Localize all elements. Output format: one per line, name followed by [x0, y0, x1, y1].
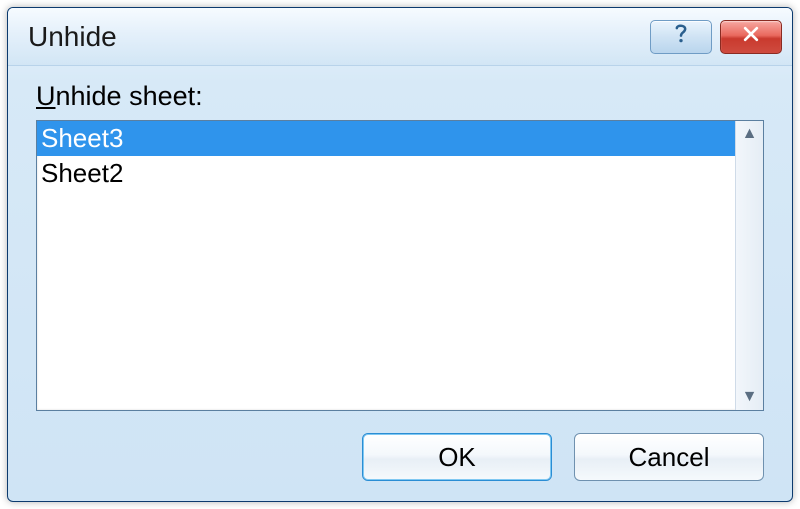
titlebar: Unhide	[8, 8, 792, 66]
list-label-rest: nhide sheet:	[56, 81, 203, 111]
close-button[interactable]	[720, 20, 782, 54]
dialog-body: Unhide sheet: Sheet3Sheet2 ▲ ▼ OK Cancel	[8, 66, 792, 501]
scroll-down-icon[interactable]: ▼	[742, 388, 758, 406]
cancel-button[interactable]: Cancel	[574, 433, 764, 481]
list-item[interactable]: Sheet3	[37, 121, 735, 156]
scroll-up-icon[interactable]: ▲	[742, 125, 758, 143]
list-label-accel: U	[36, 81, 56, 111]
button-row: OK Cancel	[36, 411, 764, 481]
list-item[interactable]: Sheet2	[37, 156, 735, 191]
list-label: Unhide sheet:	[36, 81, 764, 112]
ok-button[interactable]: OK	[362, 433, 552, 481]
sheet-list-frame: Sheet3Sheet2 ▲ ▼	[36, 120, 764, 411]
dialog-title: Unhide	[28, 21, 650, 53]
close-icon	[741, 24, 761, 49]
scrollbar[interactable]: ▲ ▼	[735, 121, 763, 410]
sheet-list[interactable]: Sheet3Sheet2	[37, 121, 735, 410]
help-button[interactable]	[650, 20, 712, 54]
unhide-dialog: Unhide Unhide sheet:	[7, 7, 793, 502]
titlebar-buttons	[650, 20, 782, 54]
help-icon	[671, 21, 691, 52]
